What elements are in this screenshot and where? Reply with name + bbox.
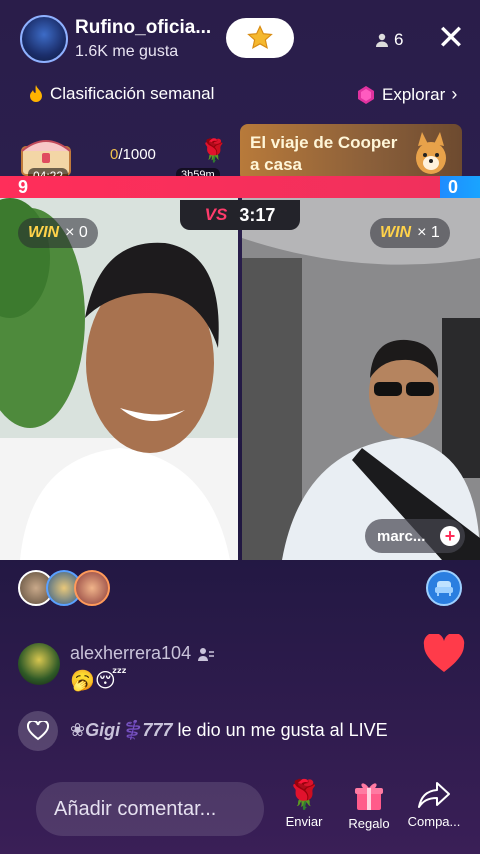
win-label-right: WIN [380, 224, 412, 241]
video-host[interactable] [0, 198, 238, 560]
viewer-count[interactable]: 6 [374, 25, 403, 55]
heart-outline-glyph [27, 721, 49, 741]
heart-icon[interactable] [422, 634, 466, 674]
like-event-message: ❀Gigi⚕️777 le dio un me gusta al LIVE [70, 720, 388, 741]
explore-label: Explorar [382, 84, 446, 104]
commenter-username[interactable]: alexherrera104 [70, 643, 215, 664]
win-badge-left: WIN × 0 [18, 218, 98, 248]
score-bar-right [440, 176, 480, 198]
rose-icon: 🌹 [286, 779, 322, 810]
explore-banner[interactable]: Explorar › [356, 84, 457, 105]
follow-button[interactable] [226, 18, 294, 58]
gift-goal-progress[interactable]: 0/1000 [110, 146, 156, 163]
follow-plus-icon[interactable]: + [440, 526, 460, 546]
win-count-right: × 1 [417, 224, 440, 241]
win-label-left: WIN [28, 224, 60, 241]
weekly-ranking-banner[interactable]: Clasificación semanal [28, 84, 214, 104]
guest-name-pill[interactable]: marc... + [365, 519, 465, 553]
win-count-left: × 0 [65, 224, 88, 241]
battle-vs-box: VS 3:17 [180, 200, 300, 230]
viewer-avatar[interactable] [74, 570, 110, 606]
comment-text: 🥱😴 [70, 670, 127, 692]
vs-logo: VS [204, 205, 228, 224]
close-icon[interactable]: ✕ [436, 21, 466, 56]
sofa-glyph [435, 581, 453, 596]
promo-banner[interactable]: El viaje de Cooper a casa [240, 124, 462, 182]
win-badge-right: WIN × 1 [370, 218, 450, 248]
weekly-ranking-label: Clasificación semanal [50, 84, 215, 103]
score-right: 0 [448, 177, 459, 197]
gift-icon [355, 783, 383, 810]
like-event-user[interactable]: ❀Gigi⚕️777 [70, 720, 173, 740]
sofa-icon[interactable] [426, 570, 462, 606]
host-likes: 1.6K me gusta [75, 43, 179, 60]
guest-video-frame [242, 198, 480, 560]
star-icon [247, 24, 273, 49]
send-label: Enviar [285, 814, 323, 829]
promo-text: El viaje de Cooper a casa [250, 133, 398, 174]
battle-timer: 3:17 [239, 204, 276, 225]
top-viewers[interactable] [18, 570, 110, 606]
comment-input[interactable]: Añadir comentar... [36, 782, 264, 836]
viewer-count-label: 6 [394, 30, 404, 49]
guest-name: marc... [377, 527, 426, 545]
share-button[interactable]: Compa... [404, 780, 464, 829]
like-heart-icon [18, 711, 58, 751]
rose-icon: 🌹 [200, 138, 228, 163]
gift-label: Regalo [348, 816, 390, 831]
dog-icon [416, 132, 446, 174]
host-video-frame [0, 198, 238, 560]
share-label: Compa... [407, 814, 461, 829]
gem-icon [358, 85, 374, 104]
host-name[interactable]: Rufino_oficia... [75, 17, 220, 39]
gift-goal-total: /1000 [118, 146, 156, 163]
chevron-right-icon: › [451, 84, 458, 104]
score-bar-left [0, 176, 440, 198]
commenter-name: alexherrera104 [70, 643, 192, 663]
send-rose-button[interactable]: 🌹 Enviar [274, 779, 334, 830]
gift-button[interactable]: Regalo [339, 780, 399, 831]
like-event-text: le dio un me gusta al LIVE [177, 720, 388, 740]
flame-icon [30, 85, 42, 102]
video-guest[interactable] [242, 198, 480, 560]
commenter-avatar[interactable] [18, 643, 60, 685]
score-left: 9 [18, 177, 29, 197]
mod-badge-icon [198, 647, 215, 661]
person-icon [376, 33, 388, 47]
share-icon [418, 782, 450, 808]
host-avatar[interactable] [20, 15, 68, 63]
